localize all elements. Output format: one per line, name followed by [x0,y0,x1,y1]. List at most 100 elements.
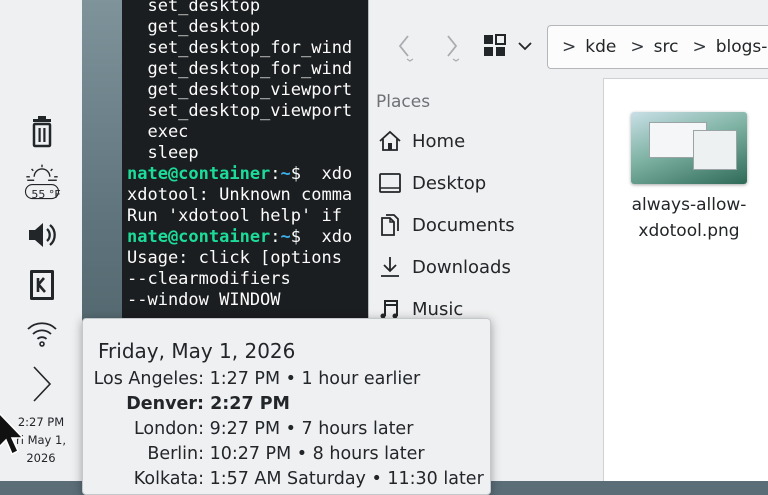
timezone-time: 1:27 PM • 1 hour earlier [204,369,421,389]
timezone-time: 1:57 AM Saturday • 11:30 later [204,469,484,489]
terminal-output-line: set_desktop_viewport [127,101,352,122]
breadcrumb-item[interactable]: blogs- [716,37,768,57]
breadcrumb[interactable]: > kde > src > blogs- [547,25,768,69]
place-desktop[interactable]: Desktop [376,166,486,200]
terminal-text: sleep [127,143,199,163]
back-arrow-icon [398,35,414,62]
place-label: Documents [412,214,515,236]
place-label: Downloads [412,256,511,278]
file-name-line2: xdotool.png [638,221,740,241]
terminal-text: set_desktop_viewport [127,101,353,121]
terminal-output-line: get_desktop [127,17,260,38]
view-mode-button[interactable] [477,28,513,64]
terminal-output-line: set_desktop [127,0,260,17]
terminal-output-line: Run 'xdotool help' if [127,206,342,227]
file-name-line1: always-allow- [631,195,747,215]
place-downloads[interactable]: Downloads [376,250,511,284]
breadcrumb-separator-icon: > [630,37,645,57]
place-label: Desktop [412,172,487,194]
documents-icon [376,211,404,239]
home-icon [376,127,404,155]
timezone-city: Los Angeles: [93,369,204,389]
thumbnail-window-graphic [693,130,737,170]
terminal-text: set_desktop [127,0,261,16]
terminal-output-line: get_desktop_viewport [127,80,352,101]
terminal-text: --window WINDOW [127,290,281,310]
terminal-output-line: get_desktop_for_wind [127,59,352,80]
popup-date: Friday, May 1, 2026 [98,339,296,363]
terminal-prompt-part: ~ [280,164,291,184]
timezone-city: Denver: [126,394,204,414]
timezone-row: London: 9:27 PM • 7 hours later [83,419,413,444]
timezone-city: London: [133,419,204,439]
weather-temperature-badge: 55 °F [31,188,61,201]
timezone-row: Berlin: 10:27 PM • 8 hours later [83,444,425,469]
terminal-output-line: xdotool: Unknown comma [127,185,352,206]
timezone-time: 2:27 PM [204,394,290,414]
breadcrumb-separator-icon: > [562,37,577,57]
chevron-down-icon [518,42,532,51]
trash-icon[interactable] [22,112,62,152]
vertical-panel: 55 °F 2:27 PM ri May 1, 2026 [0,0,83,481]
view-mode-dropdown[interactable] [515,28,535,64]
terminal-prompt-line: nate@container:~$ xdo [127,164,352,185]
forward-button[interactable] [433,28,469,64]
terminal-output-line: set_desktop_for_wind [127,38,352,59]
terminal-text: xdo [301,227,353,247]
terminal-output-line: --clearmodifiers [127,269,291,290]
toolbar: > kde > src > blogs- [369,0,768,79]
chevron-right-icon[interactable] [22,364,62,404]
world-clock-popup: Friday, May 1, 2026 Los Angeles: 1:27 PM… [82,318,491,495]
terminal-text: xdotool: Unknown comma [127,185,353,205]
terminal-text: get_desktop [127,17,261,37]
terminal-text: --clearmodifiers [127,269,291,289]
terminal-prompt-line: nate@container:~$ xdo [127,227,352,248]
wifi-icon[interactable] [22,313,62,353]
kde-k-icon[interactable] [22,265,62,305]
desktop-icon [376,169,404,197]
place-label: Music [412,298,464,320]
timezone-row: Los Angeles: 1:27 PM • 1 hour earlier [83,369,421,394]
terminal-prompt-part: nate@container [127,227,271,247]
terminal-text: exec [127,122,189,142]
terminal-output-line: exec [127,122,188,143]
terminal-prompt-part: : [270,227,281,247]
terminal-output-line: --window WINDOW [127,290,281,311]
file-thumbnail [631,112,747,184]
weather-widget[interactable]: 55 °F [22,162,62,202]
place-documents[interactable]: Documents [376,208,515,242]
downloads-icon [376,253,404,281]
places-header: Places [376,92,431,112]
back-button[interactable] [387,28,423,64]
timezone-city: Kolkata: [133,469,204,489]
terminal-text: Run 'xdotool help' if [127,206,342,226]
breadcrumb-separator-icon: > [692,37,707,57]
timezone-row: Kolkata: 1:57 AM Saturday • 11:30 later [83,469,484,494]
timezone-row: Denver: 2:27 PM [83,394,290,419]
terminal-text: xdo [301,164,353,184]
forward-arrow-icon [447,35,460,62]
breadcrumb-item[interactable]: kde [585,37,616,57]
terminal-output-line: sleep [127,143,199,164]
timezone-time: 9:27 PM • 7 hours later [204,419,414,439]
file-item[interactable]: always-allow- xdotool.png [619,112,759,244]
terminal-text: get_desktop_for_wind [127,59,353,79]
place-home[interactable]: Home [376,124,465,158]
terminal-prompt-part: : [270,164,281,184]
speaker-icon[interactable] [22,215,62,255]
timezone-time: 10:27 PM • 8 hours later [204,444,425,464]
terminal-text: Usage: click [options [127,248,342,268]
mouse-cursor-icon [0,412,25,456]
terminal-output-line: Usage: click [options [127,248,342,269]
timezone-city: Berlin: [147,444,204,464]
breadcrumb-item[interactable]: src [654,37,679,57]
terminal-text: set_desktop_for_wind [127,38,353,58]
file-name: always-allow- xdotool.png [619,192,759,244]
terminal-prompt-part: nate@container [127,164,271,184]
place-label: Home [412,130,466,152]
terminal-prompt-part: ~ [280,227,291,247]
terminal-text: get_desktop_viewport [127,80,353,100]
terminal-prompt-part: $ [290,164,302,184]
terminal-prompt-part: $ [290,227,302,247]
grid-view-icon [484,34,506,56]
